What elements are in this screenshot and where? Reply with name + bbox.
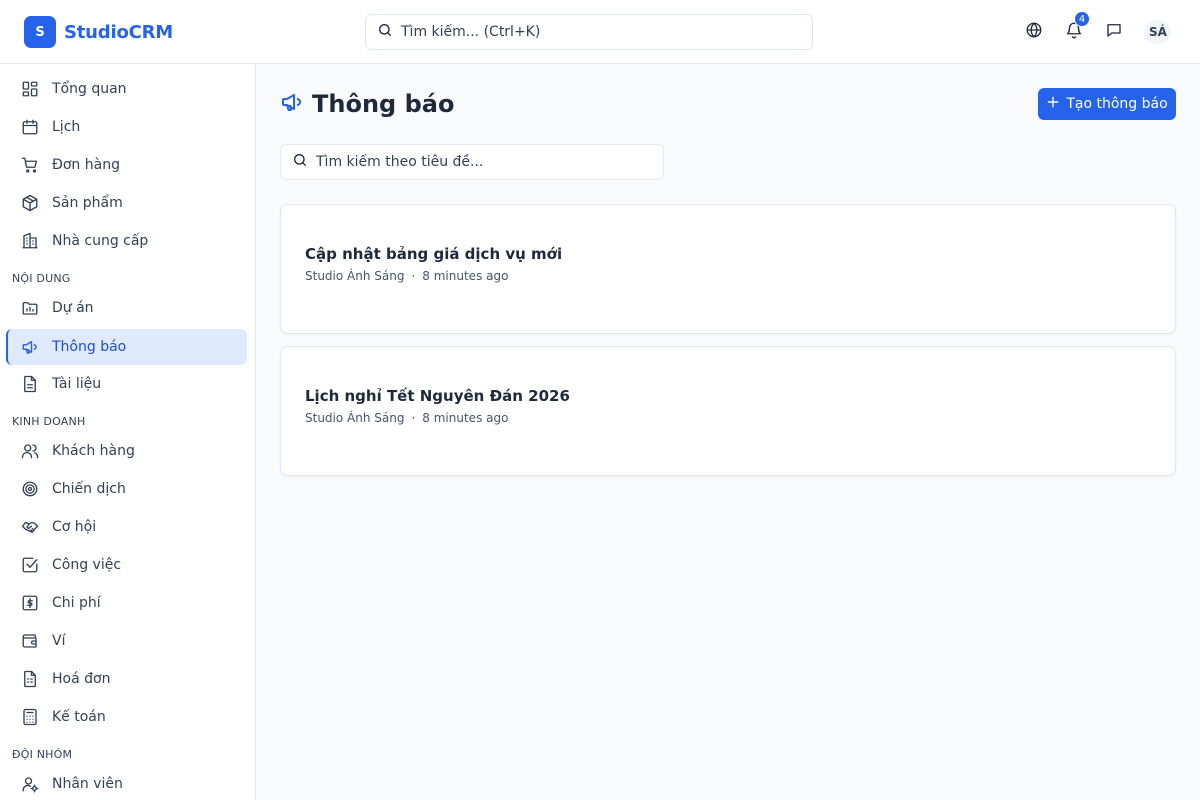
sidebar-item-label: Công việc [52,557,122,573]
sidebar-item-label: Dự án [52,300,94,316]
sidebar-item-label: Tài liệu [52,376,102,392]
sidebar-item-wallet[interactable]: Ví [6,623,247,659]
user-avatar[interactable]: SÁ [1145,20,1171,44]
sidebar-item-label: Nhân viên [52,776,123,792]
sidebar-item-customers[interactable]: Khách hàng [6,433,247,469]
sidebar-item-tasks[interactable]: Công việc [6,547,247,583]
target-icon [20,479,40,499]
global-search[interactable] [365,14,813,50]
sidebar-item-opportunities[interactable]: Cơ hội [6,509,247,545]
globe-icon [1025,21,1043,43]
handshake-icon [20,517,40,537]
message-icon [1105,21,1123,43]
sidebar-item-documents[interactable]: Tài liệu [6,366,247,402]
building-icon [20,231,40,251]
language-button[interactable] [1022,20,1046,44]
sidebar-item-label: Cơ hội [52,519,97,535]
sidebar-item-label: Sản phẩm [52,195,123,211]
users-icon [20,441,40,461]
announcement-card[interactable]: Cập nhật bảng giá dịch vụ mới Studio Ánh… [280,204,1176,334]
dollar-icon [20,593,40,613]
sidebar-item-orders[interactable]: Đơn hàng [6,147,247,183]
search-icon [377,22,393,42]
announcement-meta: Studio Ánh Sáng · 8 minutes ago [305,269,508,283]
sidebar-item-label: Kế toán [52,709,106,725]
sidebar-item-label: Thông báo [52,339,127,355]
sidebar-item-label: Khách hàng [52,443,135,459]
sidebar-item-invoices[interactable]: Hoá đơn [6,661,247,697]
document-icon [20,374,40,394]
top-bar: S StudioCRM 4 SÁ [0,0,1200,64]
meta-separator: · [411,411,416,425]
sidebar-item-label: Tổng quan [52,81,127,97]
invoice-icon [20,669,40,689]
cart-icon [20,155,40,175]
sidebar-item-expenses[interactable]: Chi phí [6,585,247,621]
sidebar-item-label: Chiến dịch [52,481,126,497]
global-search-input[interactable] [401,24,781,40]
messages-button[interactable] [1102,20,1126,44]
announcement-time: 8 minutes ago [422,269,509,283]
logo-text: StudioCRM [64,21,173,43]
title-search[interactable] [280,144,664,180]
page-header: Thông báo [280,90,454,118]
dashboard-icon [20,79,40,99]
megaphone-icon [280,90,304,118]
page-title: Thông báo [312,90,455,118]
announcement-title: Cập nhật bảng giá dịch vụ mới [305,245,563,263]
notification-count-badge: 4 [1074,11,1090,27]
megaphone-icon [20,337,40,357]
create-announcement-label: Tạo thông báo [1066,96,1168,112]
sidebar-item-label: Lịch [52,119,81,135]
announcement-meta: Studio Ánh Sáng · 8 minutes ago [305,411,508,425]
sidebar-section-business: KINH DOANH [12,415,86,428]
title-search-input[interactable] [316,154,646,170]
sidebar-section-team: ĐỘI NHÓM [12,748,73,761]
sidebar-item-employees[interactable]: Nhân viên [6,766,247,800]
create-announcement-button[interactable]: Tạo thông báo [1038,88,1176,120]
sidebar-item-calendar[interactable]: Lịch [6,109,247,145]
calendar-icon [20,117,40,137]
checkbox-icon [20,555,40,575]
sidebar-section-content: NỘI DUNG [12,272,71,285]
notifications-button[interactable]: 4 [1062,11,1090,44]
sidebar-item-label: Đơn hàng [52,157,120,173]
search-icon [292,152,308,172]
sidebar-item-announcements[interactable]: Thông báo [6,329,247,365]
sidebar-item-accounting[interactable]: Kế toán [6,699,247,735]
sidebar-item-suppliers[interactable]: Nhà cung cấp [6,223,247,259]
logo-mark: S [24,16,56,48]
announcement-title: Lịch nghỉ Tết Nguyên Đán 2026 [305,387,570,405]
sidebar-item-label: Ví [52,633,66,649]
folder-chart-icon [20,298,40,318]
plus-icon [1046,95,1060,113]
brand-logo[interactable]: S StudioCRM [24,16,173,48]
sidebar-item-campaigns[interactable]: Chiến dịch [6,471,247,507]
sidebar-item-label: Chi phí [52,595,101,611]
announcement-card[interactable]: Lịch nghỉ Tết Nguyên Đán 2026 Studio Ánh… [280,346,1176,476]
meta-separator: · [411,269,416,283]
wallet-icon [20,631,40,651]
announcement-time: 8 minutes ago [422,411,509,425]
package-icon [20,193,40,213]
sidebar-item-products[interactable]: Sản phẩm [6,185,247,221]
calculator-icon [20,707,40,727]
announcement-author: Studio Ánh Sáng [305,269,405,283]
sidebar-item-projects[interactable]: Dự án [6,290,247,326]
sidebar-item-overview[interactable]: Tổng quan [6,71,247,107]
sidebar: Tổng quan Lịch Đơn hàng Sản phẩm Nhà cun… [0,64,256,800]
sidebar-item-label: Nhà cung cấp [52,233,149,249]
user-cog-icon [20,774,40,794]
announcement-author: Studio Ánh Sáng [305,411,405,425]
sidebar-item-label: Hoá đơn [52,671,111,687]
